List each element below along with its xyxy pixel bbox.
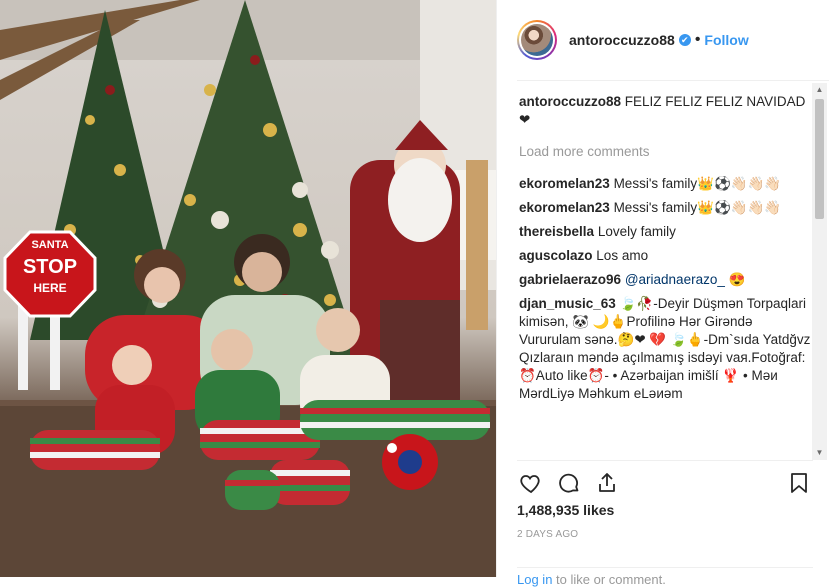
scrollbar-thumb[interactable]: [815, 99, 824, 219]
comment-username[interactable]: gabrielaerazo96: [519, 272, 621, 287]
follow-button[interactable]: Follow: [704, 32, 748, 48]
avatar[interactable]: [517, 20, 557, 60]
comment-item: thereisbella Lovely family: [519, 223, 811, 241]
load-more-comments-button[interactable]: Load more comments: [519, 143, 811, 161]
share-icon[interactable]: [593, 469, 621, 497]
stop-sign-line1: SANTA: [31, 239, 68, 251]
post-photo[interactable]: SANTA STOP HERE: [0, 0, 496, 577]
post-caption: antoroccuzzo88 FELIZ FELIZ FELIZ NAVIDAD…: [519, 93, 811, 129]
stop-sign-line2: STOP: [23, 256, 77, 278]
login-prompt: Log in to like or comment.: [517, 567, 813, 587]
comment-item: aguscolazo Los amo: [519, 247, 811, 265]
comment-username[interactable]: ekoromelan23: [519, 200, 610, 215]
comment-icon[interactable]: [555, 469, 583, 497]
comment-text: 🍃🥀-Deyir Düşmən Torpaqlari kimisən, 🐼 🌙🖕…: [519, 296, 811, 401]
comments-list: antoroccuzzo88 FELIZ FELIZ FELIZ NAVIDAD…: [519, 93, 811, 457]
likes-count[interactable]: 1,488,935 likes: [517, 502, 614, 518]
comment-item: ekoromelan23 Messi's family👑⚽👋🏻👋🏻👋🏻: [519, 199, 811, 217]
post-actions: 1,488,935 likes 2 DAYS AGO Log in to lik…: [517, 460, 813, 587]
comment-username[interactable]: ekoromelan23: [519, 176, 610, 191]
post-details-panel: antoroccuzzo88 ✔ • Follow antoroccuzzo88…: [496, 0, 833, 587]
comment-item: ekoromelan23 Messi's family👑⚽👋🏻👋🏻👋🏻: [519, 175, 811, 193]
comment-username[interactable]: thereisbella: [519, 224, 594, 239]
header-username[interactable]: antoroccuzzo88: [569, 32, 675, 48]
scroll-up-arrow-icon[interactable]: ▲: [812, 83, 827, 97]
login-link[interactable]: Log in: [517, 572, 552, 587]
comment-username[interactable]: aguscolazo: [519, 248, 593, 263]
separator-dot: •: [694, 31, 701, 48]
comment-username[interactable]: djan_music_63: [519, 296, 616, 311]
comment-text: 😍: [724, 272, 746, 287]
caption-username[interactable]: antoroccuzzo88: [519, 94, 621, 109]
comment-item: gabrielaerazo96 @ariadnaerazo_ 😍: [519, 271, 811, 289]
scroll-down-arrow-icon[interactable]: ▼: [812, 446, 827, 460]
comment-mention-link[interactable]: @ariadnaerazo_: [625, 272, 725, 287]
action-icons-row: [517, 469, 813, 497]
stop-sign-line3: HERE: [33, 281, 66, 295]
bookmark-icon[interactable]: [785, 469, 813, 497]
comments-scrollbar[interactable]: ▲ ▼: [812, 83, 827, 460]
heart-icon[interactable]: [517, 469, 545, 497]
verified-badge-icon: ✔: [678, 34, 691, 46]
avatar-image: [521, 24, 553, 56]
comment-text: Messi's family👑⚽👋🏻👋🏻👋🏻: [613, 176, 782, 191]
post-date[interactable]: 2 DAYS AGO: [517, 529, 578, 540]
comment-text: Lovely family: [597, 224, 676, 239]
post-header: antoroccuzzo88 ✔ • Follow: [517, 0, 829, 81]
comment-text: Los amo: [596, 248, 649, 263]
family-christmas-photo: SANTA STOP HERE: [0, 0, 496, 577]
login-prompt-text: to like or comment.: [552, 572, 666, 587]
comment-item: djan_music_63 🍃🥀-Deyir Düşmən Torpaqlari…: [519, 295, 811, 403]
comment-text: Messi's family👑⚽👋🏻👋🏻👋🏻: [613, 200, 782, 215]
